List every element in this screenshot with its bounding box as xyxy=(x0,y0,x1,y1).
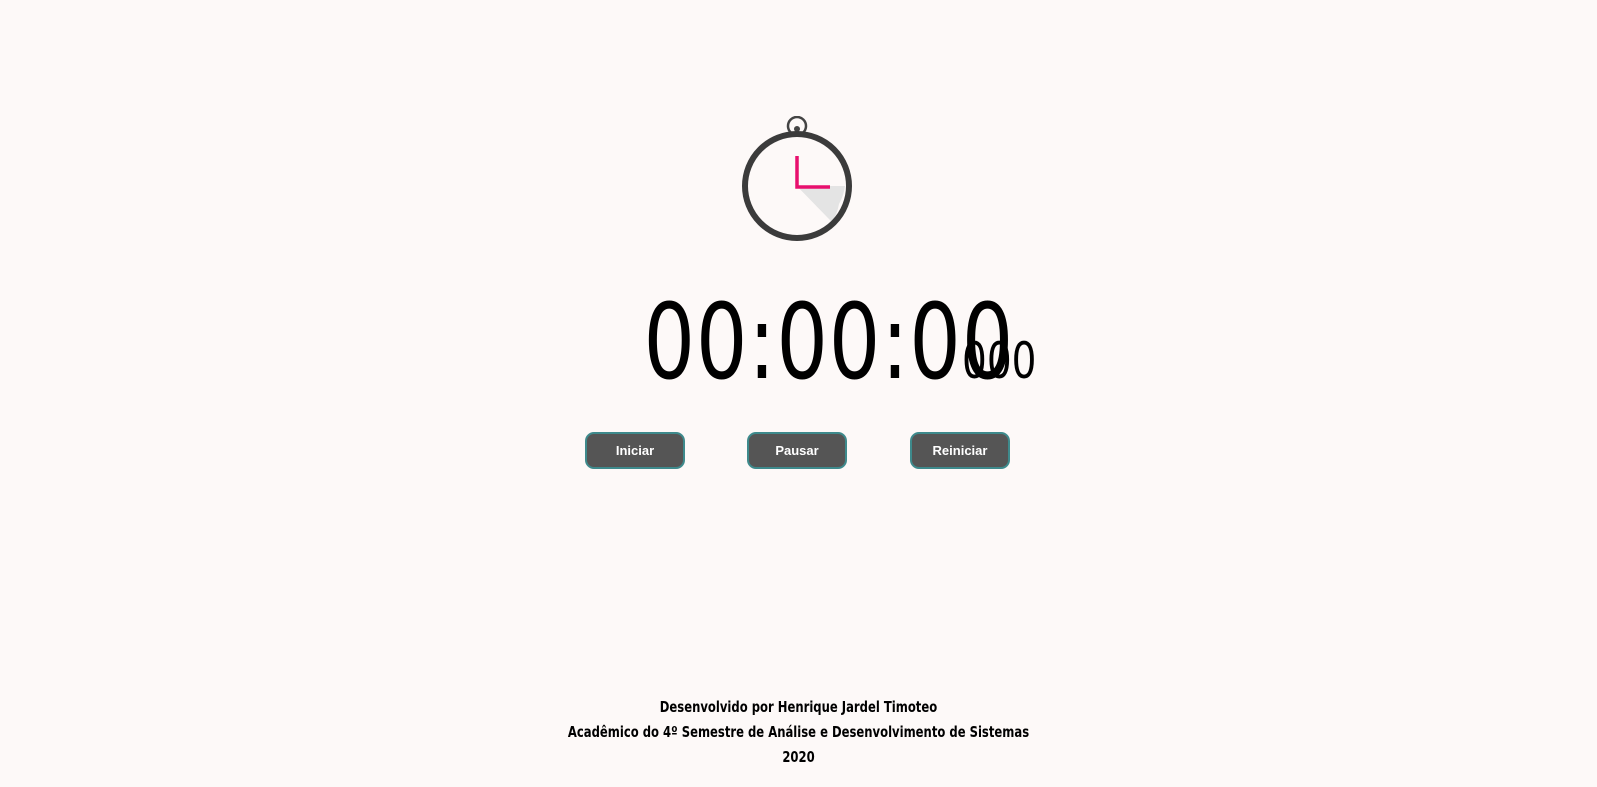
timer-time: 00:00:00 xyxy=(643,281,1015,403)
footer-year: 2020 xyxy=(782,748,815,766)
reset-button[interactable]: Reiniciar xyxy=(910,432,1010,469)
pause-button[interactable]: Pausar xyxy=(747,432,847,469)
footer-author: Desenvolvido por Henrique Jardel Timoteo xyxy=(659,698,938,716)
footer-course: Acadêmico do 4º Semestre de Análise e De… xyxy=(567,723,1030,741)
footer: Desenvolvido por Henrique Jardel Timoteo… xyxy=(0,695,1597,770)
stopwatch-icon xyxy=(741,115,854,242)
start-button[interactable]: Iniciar xyxy=(585,432,685,469)
timer-display: 00:00:00 000 xyxy=(0,290,1597,394)
timer-milliseconds: 000 xyxy=(962,332,1037,390)
